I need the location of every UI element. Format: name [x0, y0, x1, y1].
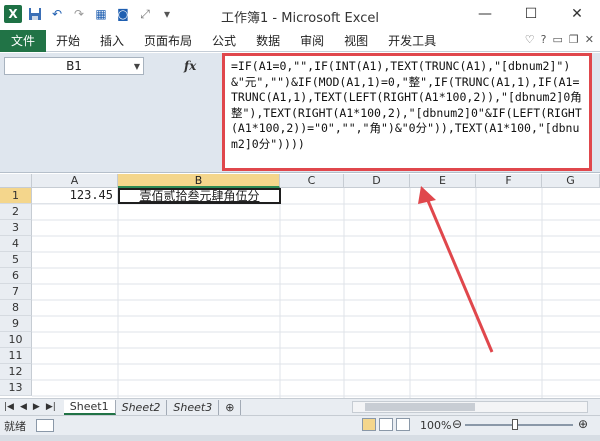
tab-view[interactable]: 视图	[334, 30, 378, 52]
page-layout-view-icon[interactable]	[379, 418, 393, 431]
zoom-level[interactable]: 100%	[420, 419, 451, 432]
tab-page-layout[interactable]: 页面布局	[134, 30, 202, 52]
formula-bar-area: B1 ▼ fx =IF(A1=0,"",IF(INT(A1),TEXT(TRUN…	[0, 53, 600, 173]
next-sheet-icon[interactable]: ▶	[33, 402, 40, 412]
last-sheet-icon[interactable]: ▶|	[46, 402, 56, 412]
insert-sheet-icon[interactable]: ⊕	[219, 399, 242, 415]
maximize-button[interactable]: ☐	[508, 0, 554, 28]
horizontal-scrollbar[interactable]	[352, 401, 588, 413]
row-header-8[interactable]: 8	[0, 300, 32, 316]
column-header-a[interactable]: A	[32, 174, 118, 188]
first-sheet-icon[interactable]: |◀	[4, 402, 14, 412]
row-header-7[interactable]: 7	[0, 284, 32, 300]
column-header-c[interactable]: C	[280, 174, 344, 188]
name-box[interactable]: B1 ▼	[4, 57, 144, 75]
ribbon-minimize-icon[interactable]: ♡	[525, 33, 535, 46]
row-header-1[interactable]: 1	[0, 188, 32, 204]
zoom-out-icon[interactable]: ⊖	[452, 417, 462, 431]
column-header-d[interactable]: D	[344, 174, 410, 188]
title-bar: X ↶ ↷ ▦ ◙ ⤢ ▾ 工作簿1 - Microsoft Excel — ☐…	[0, 0, 600, 30]
status-left: 就绪	[0, 418, 54, 434]
page-break-view-icon[interactable]	[396, 418, 410, 431]
select-all-button[interactable]	[0, 174, 32, 188]
worksheet-grid[interactable]: A B C D E F G 1 2 3 4 5 6 7 8 9 10 11 12…	[0, 174, 600, 398]
cell-b1[interactable]: 壹佰贰拾叁元肆角伍分	[118, 188, 281, 204]
ribbon-tabs: 文件 开始 插入 页面布局 公式 数据 审阅 视图 开发工具 ♡ ? ▭ ❐ ✕	[0, 29, 600, 52]
close-button[interactable]: ✕	[554, 0, 600, 28]
column-header-b[interactable]: B	[118, 174, 280, 188]
name-box-value: B1	[66, 59, 82, 73]
help-icon[interactable]: ?	[541, 33, 547, 46]
sheet-tab-3[interactable]: Sheet3	[167, 399, 220, 415]
status-bar: 就绪 100% ⊖ ⊕	[0, 415, 600, 435]
zoom-in-icon[interactable]: ⊕	[578, 417, 588, 431]
doc-close-icon[interactable]: ✕	[585, 33, 594, 46]
doc-minimize-icon[interactable]: ▭	[553, 33, 563, 46]
normal-view-icon[interactable]	[362, 418, 376, 431]
scrollbar-thumb[interactable]	[365, 403, 475, 411]
tab-data[interactable]: 数据	[246, 30, 290, 52]
status-ready: 就绪	[4, 419, 26, 433]
row-header-13[interactable]: 13	[0, 380, 32, 396]
excel-window: X ↶ ↷ ▦ ◙ ⤢ ▾ 工作簿1 - Microsoft Excel — ☐…	[0, 0, 600, 441]
row-header-5[interactable]: 5	[0, 252, 32, 268]
row-header-11[interactable]: 11	[0, 348, 32, 364]
chevron-down-icon[interactable]: ▼	[134, 62, 140, 71]
insert-function-icon[interactable]: fx	[184, 59, 196, 73]
prev-sheet-icon[interactable]: ◀	[20, 402, 27, 412]
view-buttons	[362, 418, 410, 431]
zoom-slider[interactable]	[465, 424, 573, 426]
column-header-f[interactable]: F	[476, 174, 542, 188]
sheet-nav: |◀ ◀ ▶ ▶|	[0, 402, 56, 412]
row-header-9[interactable]: 9	[0, 316, 32, 332]
sheet-tab-2[interactable]: Sheet2	[116, 399, 168, 415]
row-header-6[interactable]: 6	[0, 268, 32, 284]
gridlines	[32, 188, 600, 398]
formula-input[interactable]: =IF(A1=0,"",IF(INT(A1),TEXT(TRUNC(A1),"[…	[222, 53, 592, 171]
tab-review[interactable]: 审阅	[290, 30, 334, 52]
column-header-e[interactable]: E	[410, 174, 476, 188]
window-bottom-edge	[0, 435, 600, 441]
row-header-2[interactable]: 2	[0, 204, 32, 220]
tab-file[interactable]: 文件	[0, 29, 46, 52]
row-header-4[interactable]: 4	[0, 236, 32, 252]
tab-home[interactable]: 开始	[46, 30, 90, 52]
zoom-slider-knob[interactable]	[512, 419, 518, 430]
tab-insert[interactable]: 插入	[90, 30, 134, 52]
macro-record-icon[interactable]	[36, 419, 54, 432]
minimize-button[interactable]: —	[462, 0, 508, 28]
row-header-3[interactable]: 3	[0, 220, 32, 236]
row-header-12[interactable]: 12	[0, 364, 32, 380]
column-header-g[interactable]: G	[542, 174, 600, 188]
cell-a1[interactable]: 123.45	[32, 188, 118, 204]
row-header-10[interactable]: 10	[0, 332, 32, 348]
tab-formulas[interactable]: 公式	[202, 30, 246, 52]
sheet-tab-bar: |◀ ◀ ▶ ▶| Sheet1 Sheet2 Sheet3 ⊕	[0, 398, 600, 415]
tab-developer[interactable]: 开发工具	[378, 30, 446, 52]
doc-restore-icon[interactable]: ❐	[569, 33, 579, 46]
ribbon-right-controls: ♡ ? ▭ ❐ ✕	[525, 33, 594, 46]
window-controls: — ☐ ✕	[462, 0, 600, 28]
sheet-tab-1[interactable]: Sheet1	[63, 399, 116, 415]
formula-controls: fx	[150, 57, 218, 75]
